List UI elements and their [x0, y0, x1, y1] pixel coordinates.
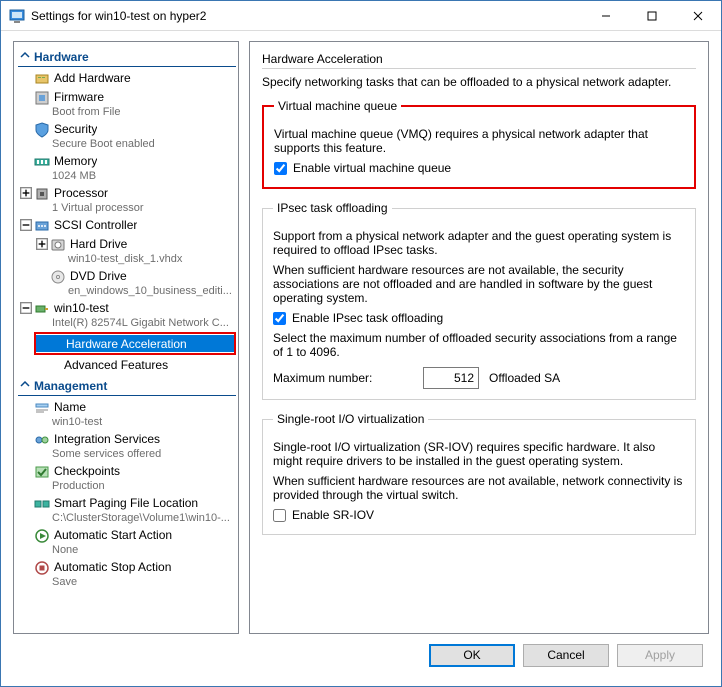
checkpoints-icon — [34, 464, 50, 480]
tree-item-checkpoints[interactable]: Checkpoints — [18, 462, 236, 481]
tree-item-add-hardware[interactable]: Add Hardware — [18, 69, 236, 88]
tree-sub-checkpoints: Production — [18, 480, 236, 492]
close-button[interactable] — [675, 1, 721, 31]
tree-item-network-adapter[interactable]: win10-test — [18, 299, 236, 318]
settings-detail-pane: Hardware Acceleration Specify networking… — [249, 41, 709, 634]
checkbox-label-sriov: Enable SR-IOV — [292, 508, 374, 522]
tree-sub-auto-start: None — [18, 544, 236, 556]
vm-settings-icon — [9, 8, 25, 24]
highlight-hardware-acceleration: Hardware Acceleration — [34, 332, 236, 355]
tree-item-hardware-acceleration[interactable]: Hardware Acceleration — [36, 335, 234, 352]
processor-icon — [34, 186, 50, 202]
group-sriov: Single-root I/O virtualization Single-ro… — [262, 412, 696, 535]
tree-item-advanced-features[interactable]: Advanced Features — [34, 356, 236, 373]
tree-sub-processor: 1 Virtual processor — [18, 202, 236, 214]
memory-icon — [34, 154, 50, 170]
tree-item-auto-stop[interactable]: Automatic Stop Action — [18, 558, 236, 577]
ipsec-desc2: When sufficient hardware resources are n… — [273, 263, 685, 305]
scsi-icon — [34, 218, 50, 234]
firmware-icon — [34, 90, 50, 106]
auto-start-icon — [34, 528, 50, 544]
max-number-input[interactable] — [423, 367, 479, 389]
checkbox-enable-vmq[interactable] — [274, 162, 287, 175]
titlebar: Settings for win10-test on hyper2 — [1, 1, 721, 31]
auto-stop-icon — [34, 560, 50, 576]
tree-sub-firmware: Boot from File — [18, 106, 236, 118]
chevron-down-icon — [20, 380, 30, 390]
tree-item-dvd[interactable]: DVD Drive — [34, 267, 236, 286]
ok-button[interactable]: OK — [429, 644, 515, 667]
tree-sub-hard-drive: win10-test_disk_1.vhdx — [34, 253, 236, 265]
max-number-label: Maximum number: — [273, 371, 413, 385]
chevron-down-icon — [20, 51, 30, 61]
collapse-icon[interactable] — [20, 219, 32, 231]
sriov-desc2: When sufficient hardware resources are n… — [273, 474, 685, 502]
apply-button[interactable]: Apply — [617, 644, 703, 667]
paging-file-icon — [34, 496, 50, 512]
expand-icon[interactable] — [20, 187, 32, 199]
checkbox-enable-ipsec[interactable] — [273, 312, 286, 325]
network-adapter-icon — [34, 301, 50, 317]
window-title: Settings for win10-test on hyper2 — [31, 9, 583, 23]
add-hardware-icon — [34, 71, 50, 87]
checkbox-row-sriov[interactable]: Enable SR-IOV — [273, 508, 685, 522]
expand-icon[interactable] — [36, 238, 48, 250]
integration-icon — [34, 432, 50, 448]
max-number-suffix: Offloaded SA — [489, 371, 560, 385]
page-title: Hardware Acceleration — [262, 52, 696, 69]
tree-item-firmware[interactable]: Firmware — [18, 88, 236, 107]
tree-sub-memory: 1024 MB — [18, 170, 236, 182]
cancel-button[interactable]: Cancel — [523, 644, 609, 667]
group-ipsec: IPsec task offloading Support from a phy… — [262, 201, 696, 400]
checkbox-enable-sriov[interactable] — [273, 509, 286, 522]
dvd-icon — [50, 269, 66, 285]
maximize-button[interactable] — [629, 1, 675, 31]
vmq-desc: Virtual machine queue (VMQ) requires a p… — [274, 127, 684, 155]
legend-sriov: Single-root I/O virtualization — [273, 412, 428, 426]
settings-tree[interactable]: Hardware Add Hardware Firmware B — [13, 41, 239, 634]
group-vmq: Virtual machine queue Virtual machine qu… — [262, 99, 696, 189]
tree-sub-nic: Intel(R) 82574L Gigabit Network C... — [18, 317, 236, 329]
management-section-header[interactable]: Management — [18, 377, 236, 396]
legend-vmq: Virtual machine queue — [274, 99, 401, 113]
tree-item-smart-paging[interactable]: Smart Paging File Location — [18, 494, 236, 513]
settings-window: Settings for win10-test on hyper2 Hardwa… — [0, 0, 722, 687]
tree-item-integration-services[interactable]: Integration Services — [18, 430, 236, 449]
collapse-icon[interactable] — [20, 302, 32, 314]
tree-item-memory[interactable]: Memory — [18, 152, 236, 171]
dialog-footer: OK Cancel Apply — [13, 634, 709, 676]
page-intro: Specify networking tasks that can be off… — [262, 75, 696, 89]
legend-ipsec: IPsec task offloading — [273, 201, 392, 215]
checkbox-label-ipsec: Enable IPsec task offloading — [292, 311, 443, 325]
management-section-label: Management — [34, 379, 107, 393]
tree-sub-auto-stop: Save — [18, 576, 236, 588]
ipsec-range: Select the maximum number of offloaded s… — [273, 331, 685, 359]
shield-icon — [34, 122, 50, 138]
hard-drive-icon — [50, 237, 66, 253]
name-icon — [34, 400, 50, 416]
ipsec-desc1: Support from a physical network adapter … — [273, 229, 685, 257]
tree-sub-integration: Some services offered — [18, 448, 236, 460]
checkbox-row-vmq[interactable]: Enable virtual machine queue — [274, 161, 684, 175]
tree-sub-dvd: en_windows_10_business_editi... — [34, 285, 236, 297]
hardware-section-header[interactable]: Hardware — [18, 48, 236, 67]
tree-item-security[interactable]: Security — [18, 120, 236, 139]
checkbox-label-vmq: Enable virtual machine queue — [293, 161, 451, 175]
hardware-section-label: Hardware — [34, 50, 89, 64]
tree-item-processor[interactable]: Processor — [18, 184, 236, 203]
tree-item-scsi[interactable]: SCSI Controller — [18, 216, 236, 235]
sriov-desc1: Single-root I/O virtualization (SR-IOV) … — [273, 440, 685, 468]
tree-sub-name: win10-test — [18, 416, 236, 428]
tree-sub-security: Secure Boot enabled — [18, 138, 236, 150]
minimize-button[interactable] — [583, 1, 629, 31]
tree-sub-paging: C:\ClusterStorage\Volume1\win10-... — [18, 512, 236, 524]
tree-item-hard-drive[interactable]: Hard Drive — [34, 235, 236, 254]
tree-item-name[interactable]: Name — [18, 398, 236, 417]
checkbox-row-ipsec[interactable]: Enable IPsec task offloading — [273, 311, 685, 325]
tree-item-auto-start[interactable]: Automatic Start Action — [18, 526, 236, 545]
